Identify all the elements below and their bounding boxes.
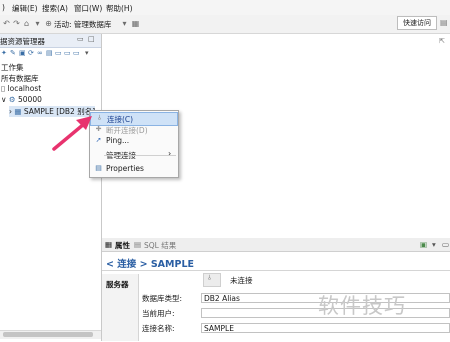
panel-minimize-icon[interactable]: ▭ bbox=[442, 240, 449, 249]
toolbar: ↶ ↷ ⌂ ▾ ⊕ 活动: 管理数据库 ▾ ▦ bbox=[0, 15, 450, 34]
menu-bar: ) 编辑(E) 搜索(A) 窗口(W) 帮助(H) bbox=[0, 0, 450, 15]
panel-action-icon[interactable]: ▣ bbox=[420, 240, 427, 249]
tree-item-label: 50000 bbox=[18, 95, 42, 104]
panel-menu-icon[interactable]: ▾ bbox=[432, 240, 436, 249]
tab-properties[interactable]: 属性 bbox=[115, 240, 130, 251]
link-icon[interactable]: ∞ bbox=[37, 49, 43, 57]
perspective-icon[interactable]: ▤ bbox=[440, 18, 448, 27]
expand-chevron-icon[interactable]: › bbox=[9, 107, 12, 116]
new-icon[interactable]: ✦ bbox=[1, 49, 7, 57]
menu-item-search[interactable]: 搜索(A) bbox=[42, 3, 68, 14]
connection-status: 未连接 bbox=[230, 276, 253, 285]
tree-item-localhost[interactable]: ▯ localhost bbox=[1, 84, 41, 93]
disconnect-icon: ✚ bbox=[95, 125, 102, 133]
context-menu: ⫰ 连接(C) ✚ 断开连接(D) ➚ Ping... 管理连接 › ▤ Pro… bbox=[89, 110, 179, 178]
menu-item-edit[interactable]: 编辑(E) bbox=[12, 3, 38, 14]
home-icon[interactable]: ⌂ bbox=[22, 19, 31, 28]
instance-icon: ⚙ bbox=[8, 95, 16, 104]
properties-tabbar: ▦ 属性 ▤ SQL 结果 ▣ ▾ ▭ bbox=[102, 238, 450, 252]
view-icon[interactable]: ▭ bbox=[73, 49, 80, 57]
explorer-toolbar: ✦ ✎ ▣ ⟳ ∞ ▤ ▭ ▭ ▭ ▾ bbox=[0, 48, 101, 59]
view-menu-icon[interactable]: ▾ bbox=[85, 49, 89, 57]
collapse-icon[interactable]: ▭ bbox=[55, 49, 62, 57]
server-side-tab[interactable]: 服务器 bbox=[102, 274, 139, 341]
expand-icon[interactable]: ▭ bbox=[64, 49, 71, 57]
horizontal-scrollbar[interactable] bbox=[0, 330, 101, 339]
tree-item-workset[interactable]: 工作集 bbox=[1, 62, 24, 73]
refresh-icon[interactable]: ⟳ bbox=[28, 49, 34, 57]
activity-label[interactable]: 活动: 管理数据库 bbox=[54, 19, 111, 30]
grid-icon[interactable]: ▤ bbox=[46, 49, 53, 57]
current-user-label: 当前用户: bbox=[142, 309, 175, 318]
back-icon[interactable]: ↶ bbox=[2, 19, 11, 28]
connect-icon: ⫰ bbox=[97, 114, 102, 122]
quick-access-field[interactable]: 快速访问 bbox=[397, 16, 437, 30]
tree-item-all-databases[interactable]: 所有数据库 bbox=[1, 73, 39, 84]
dropdown-icon[interactable]: ▾ bbox=[33, 19, 42, 28]
tab-sql-results-icon: ▤ bbox=[134, 240, 142, 249]
connect-toggle-button[interactable]: ⫰ bbox=[203, 273, 221, 287]
panel-title-bar: 据资源管理器 ▭ □ bbox=[0, 34, 101, 48]
folder-icon[interactable]: ▣ bbox=[19, 49, 26, 57]
ping-icon: ➚ bbox=[95, 136, 102, 144]
tab-sql-results[interactable]: SQL 结果 bbox=[144, 240, 176, 251]
panel-title: 据资源管理器 bbox=[0, 37, 45, 46]
minimize-icon[interactable]: ▭ bbox=[77, 35, 84, 43]
submenu-arrow-icon: › bbox=[168, 149, 172, 158]
connection-name-field[interactable]: SAMPLE bbox=[201, 323, 450, 333]
activity-icon[interactable]: ⊕ bbox=[44, 19, 53, 28]
scrollbar-thumb[interactable] bbox=[3, 332, 93, 337]
menu-item-label: Properties bbox=[106, 164, 144, 173]
activity-dropdown-icon[interactable]: ▾ bbox=[120, 19, 129, 28]
maximize-icon[interactable]: □ bbox=[88, 35, 95, 43]
tree-item-label: SAMPLE [DB2 别名] bbox=[23, 107, 96, 116]
breadcrumb[interactable]: < 连接 > SAMPLE bbox=[106, 256, 194, 270]
connection-name-label: 连接名称: bbox=[142, 324, 175, 333]
server-tab-label: 服务器 bbox=[106, 280, 129, 289]
collapse-chevron-icon[interactable]: ∨ bbox=[1, 95, 7, 104]
forward-icon[interactable]: ↷ bbox=[12, 19, 21, 28]
tree-item-sample[interactable]: › ▦ SAMPLE [DB2 别名] bbox=[9, 106, 96, 117]
filter-icon[interactable]: ✎ bbox=[10, 49, 16, 57]
menu-separator bbox=[104, 155, 176, 156]
tab-properties-icon: ▦ bbox=[105, 240, 113, 249]
menu-item-window[interactable]: 窗口(W) bbox=[74, 3, 102, 14]
menu-item-partial[interactable]: ) bbox=[2, 3, 5, 12]
connection-icon: ⫰ bbox=[208, 274, 212, 282]
tree-item-port[interactable]: ∨ ⚙ 50000 bbox=[1, 95, 42, 104]
tree-item-label: localhost bbox=[7, 84, 42, 93]
menu-item-help[interactable]: 帮助(H) bbox=[106, 3, 133, 14]
menu-item-ping[interactable]: ➚ Ping... bbox=[90, 135, 178, 147]
menu-item-label: Ping... bbox=[106, 136, 130, 145]
database-type-label: 数据库类型: bbox=[142, 294, 183, 303]
toolbar-tool-icon[interactable]: ▦ bbox=[131, 19, 140, 28]
host-icon: ▯ bbox=[1, 84, 6, 93]
database-icon: ▦ bbox=[14, 107, 22, 116]
divider bbox=[102, 270, 450, 271]
editor-restore-icon[interactable]: ⇱ bbox=[439, 37, 445, 45]
properties-icon: ▤ bbox=[95, 164, 102, 172]
menu-item-properties[interactable]: ▤ Properties bbox=[90, 163, 178, 175]
watermark-text: 软件技巧 bbox=[318, 294, 406, 318]
